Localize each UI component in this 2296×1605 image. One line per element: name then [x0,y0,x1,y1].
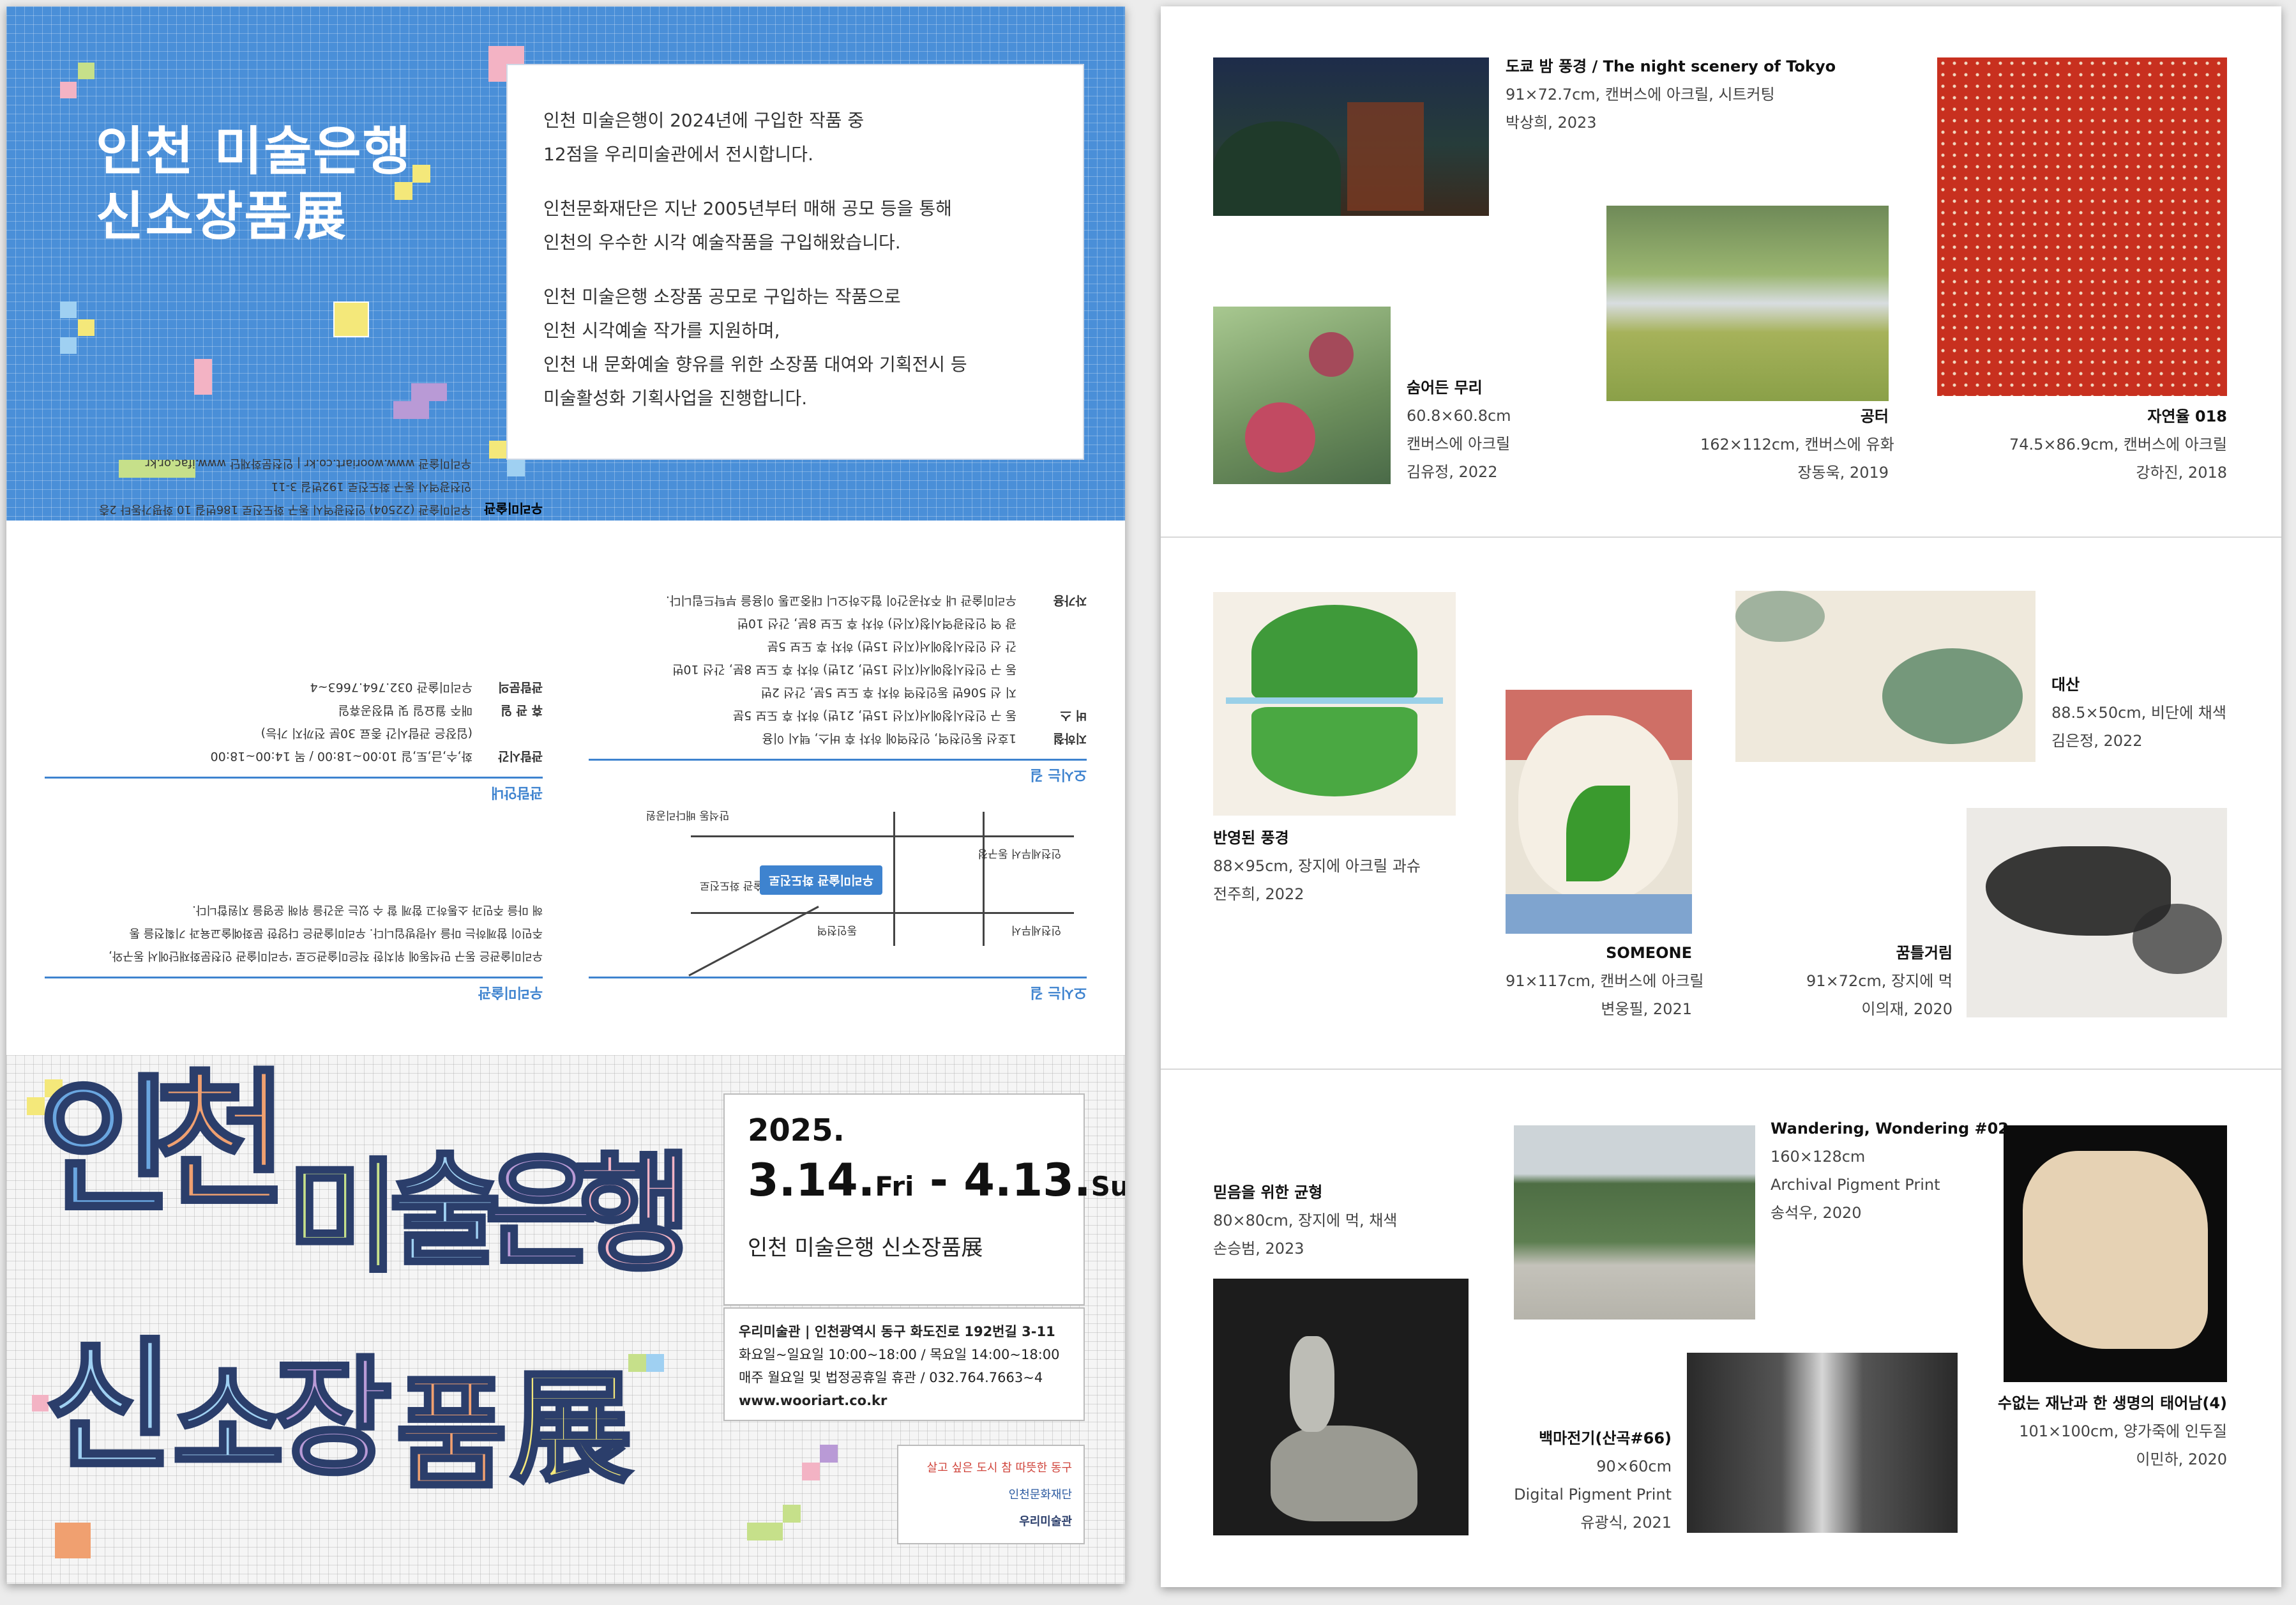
poster-char: 행 [573,1140,694,1289]
donggu-logo: 살고 싶은 도시 참 따뜻한 동구 [926,1461,1072,1475]
museum-info-column: 우리미술관 우리미술관은 동구 만석동에 위치한 작은미술관으로 '우리미술관 … [45,450,543,1017]
artwork-image-balance-for-faith [1213,1279,1469,1535]
sponsor-logos-box: 살고 싶은 도시 참 따뜻한 동구 인천문화재단 우리미술관 [897,1445,1085,1544]
poster-char: 장 [273,1344,394,1493]
woori-museum-logo: 우리미술관 [1019,1515,1072,1528]
organizer-text: 우리미술관 (22504) 인천광역시 동구 화도진로 186번길 10 화평가… [98,457,471,516]
museum-logo: 우리미술관 [484,501,543,516]
artwork-image-wandering [1514,1125,1755,1320]
map-label: 인천세무서 [1011,924,1061,936]
caption-countless-disasters: 수없는 재난과 한 생명의 태어남(4) 101×100cm, 양가죽에 인두질 이… [1997,1394,2227,1468]
caption-hidden-flock: 숨어든 무리 60.8×60.8cm 캔버스에 아크릴 김유정, 2022 [1407,379,1511,481]
museum-text: 해 마을 주민과 소통하고 함께 할 수 있는 공간을 위해 운영을 지원합니다… [192,903,543,917]
venue-hours: 화요일~일요일 10:00~18:00 / 목요일 14:00~18:00 [739,1347,1060,1362]
hours-heading: 관람안내 [45,777,543,804]
artwork-image-countless-disasters [2004,1125,2227,1382]
artwork-image-wriggle [1967,808,2227,1017]
caption-daesan: 대산 88.5×50cm, 비단에 채색 김은정, 2022 [2051,676,2226,750]
caption-wandering: Wandering, Wondering #02 160×128cm Archiva… [1771,1120,2009,1222]
section-divider [1161,536,2281,538]
poster-char: 展 [509,1358,634,1499]
brochure-front-page: 인천 미술은행 신소장품展 인천 미술은행이 2024년에 구입한 작품 중 12… [6,6,1125,1584]
section-divider [1161,1069,2281,1070]
bus-row: 버 스동 구 인천시청에서(지선 15번, 21번) 하차 후 도보 5분 [732,708,1087,722]
artwork-image-daesan [1735,591,2035,762]
caption-someone: SOMEONE 91×117cm, 캔버스에 아크릴 변웅필, 2021 [1506,944,1704,1018]
caption-reflected-landscape: 반영된 풍경 88×95cm, 장지에 아크릴 과슈 전주희, 2022 [1213,829,1421,903]
caption-empty-lot: 공터 162×112cm, 캔버스에 유화 장동욱, 2019 [1700,407,1894,482]
artwork-image-reflected-landscape [1213,592,1456,816]
poster-char: 미 [285,1147,401,1288]
closed-row: 휴 관 일 매주 월요일 및 법정공휴일 [338,703,543,717]
bus-row: 지 선 506번 동인천역 하차 후 도보 5분, 간선 2번 [760,685,1016,699]
hours-row: 관람시간 화,수,금,토,일 10:00~18:00 / 목 14:00~18:0… [210,749,543,763]
exhibition-year: 2025. [748,1113,845,1148]
artwork-image-baekma [1687,1353,1958,1533]
exhibition-subtitle: 인천 미술은행 신소장품展 [748,1235,983,1261]
venue-address: 우리미술관 | 인천광역시 동구 화도진로 192번길 3-11 [739,1324,1055,1339]
poster-section: 인 천 미 술 은 행 신 소 장 품 展 2025. 3.14.Fri - 4… [6,1055,1125,1584]
organizer-block: 우리미술관 우리미술관 (22504) 인천광역시 동구 화도진로 186번길 … [45,450,543,519]
directions-heading: 오시는 길 [589,977,1087,1004]
map-label: 동인천역 [817,924,857,936]
intro-section: 인천 미술은행 신소장품展 인천 미술은행이 2024년에 구입한 작품 중 12… [6,6,1125,521]
map-museum-marker: 우리미술관 화도진로 [760,865,882,895]
contact-row: 관람문의 우리미술관 032.764.7663~4 [310,680,543,694]
venue-info-box: 우리미술관 | 인천광역시 동구 화도진로 192번길 3-11 화요일~일요일… [723,1307,1085,1421]
location-map: 인천세무서 동인천역 우리미술관 화도진로 인천세무서 동구청 만석동 배다리공… [589,799,1087,977]
exhibition-date-box: 2025. 3.14.Fri - 4.13.Sun 인천 미술은행 신소장품展 [723,1093,1125,1305]
intro-text-box: 인천 미술은행이 2024년에 구입한 작품 중 12점을 우리미술관에서 전시합… [506,64,1084,460]
artwork-image-hidden-flock [1213,307,1391,484]
bus-row: 동 구 인천시청에서(지선 15번, 21번) 하차 후 도보 8분, 간선 1… [672,662,1016,676]
venue-website[interactable]: www.wooriart.co.kr [739,1389,1069,1412]
exhibition-date-range: 3.14.Fri - 4.13.Sun [748,1154,1125,1206]
ifac-logo: 인천문화재단 [1008,1488,1072,1502]
map-label: 인천세무서 동구청 [978,847,1061,860]
poster-char: 인 [36,1062,176,1233]
subway-row: 지하철 1호선 동인천역, 인천역에 하차 후 버스, 택시 이용 [762,731,1087,745]
museum-heading: 우리미술관 [45,977,543,1004]
poster-char: 술 [388,1141,503,1282]
intro-paragraph: 인천문화재단은 지난 2005년부터 매해 공모 등을 통해 인천의 우수한 시각… [543,198,952,253]
intro-paragraph: 인천 미술은행 소장품 공모로 구입하는 작품으로 인천 시각예술 작가를 지원하… [543,286,967,409]
venue-closed: 매주 월요일 및 법정공휴일 휴관 / 032.764.7663~4 [739,1370,1043,1385]
caption-balance-for-faith: 믿음을 위한 균형 80×80cm, 장지에 먹, 채색 손승범, 2023 [1213,1183,1398,1258]
artwork-image-empty-lot [1606,206,1889,401]
map-label: 만석동 배다리공원 [646,809,729,821]
caption-tokyo-night: 도쿄 밤 풍경 / The night scenery of Tokyo 91×7… [1506,57,1836,132]
intro-title-line2: 신소장품展 [96,186,347,247]
hours-note: (입장은 관람시간 종료 30분 전까지 가능) [261,726,472,740]
museum-text: 우리미술관은 동구 만석동에 위치한 작은미술관으로 '우리미술관 인천문화재단… [109,949,543,962]
poster-char: 소 [170,1351,286,1493]
artwork-image-nature-rate [1937,57,2227,396]
museum-text: 주민이 함께하는 마을 사랑방입니다. 우리미술관은 다양한 문화예술교육과 기… [129,926,543,939]
bus-row: 간 선 인천시청에서(지선 15번) 하차 후 도보 5분 [767,639,1016,653]
brochure-artworks-page: 도쿄 밤 풍경 / The night scenery of Tokyo 91×7… [1161,6,2281,1587]
poster-char: 천 [151,1056,291,1226]
poster-char: 품 [394,1364,510,1505]
visitor-info-section: 오시는 길 인천세무서 동인천역 우리미술관 화도진로 인천세무서 동구청 만석… [6,457,1125,1055]
poster-char: 신 [43,1325,176,1488]
caption-baekma: 백마전기(산곡#66) 90×60cm Digital Pigment Print 유… [1514,1429,1672,1532]
car-row: 자가용 우리미술관 내 주차공간이 협소하오니 대중교통 이용을 부탁드립니다. [665,593,1087,607]
transport-heading: 오시는 길 [589,759,1087,786]
directions-column: 오시는 길 인천세무서 동인천역 우리미술관 화도진로 인천세무서 동구청 만석… [589,586,1087,1017]
artwork-image-someone [1506,690,1692,934]
bus-row: 광 역 인천광역시청(지선) 하차 후 도보 8분, 간선 10번 [737,616,1016,630]
intro-paragraph: 인천 미술은행이 2024년에 구입한 작품 중 12점을 우리미술관에서 전시합… [543,110,865,165]
artwork-image-tokyo-night [1213,57,1489,216]
caption-wriggle: 꿈틀거림 91×72cm, 장지에 먹 이의재, 2020 [1806,944,1952,1018]
caption-nature-rate: 자연율 018 74.5×86.9cm, 캔버스에 아크릴 강하진, 2018 [2009,407,2227,482]
